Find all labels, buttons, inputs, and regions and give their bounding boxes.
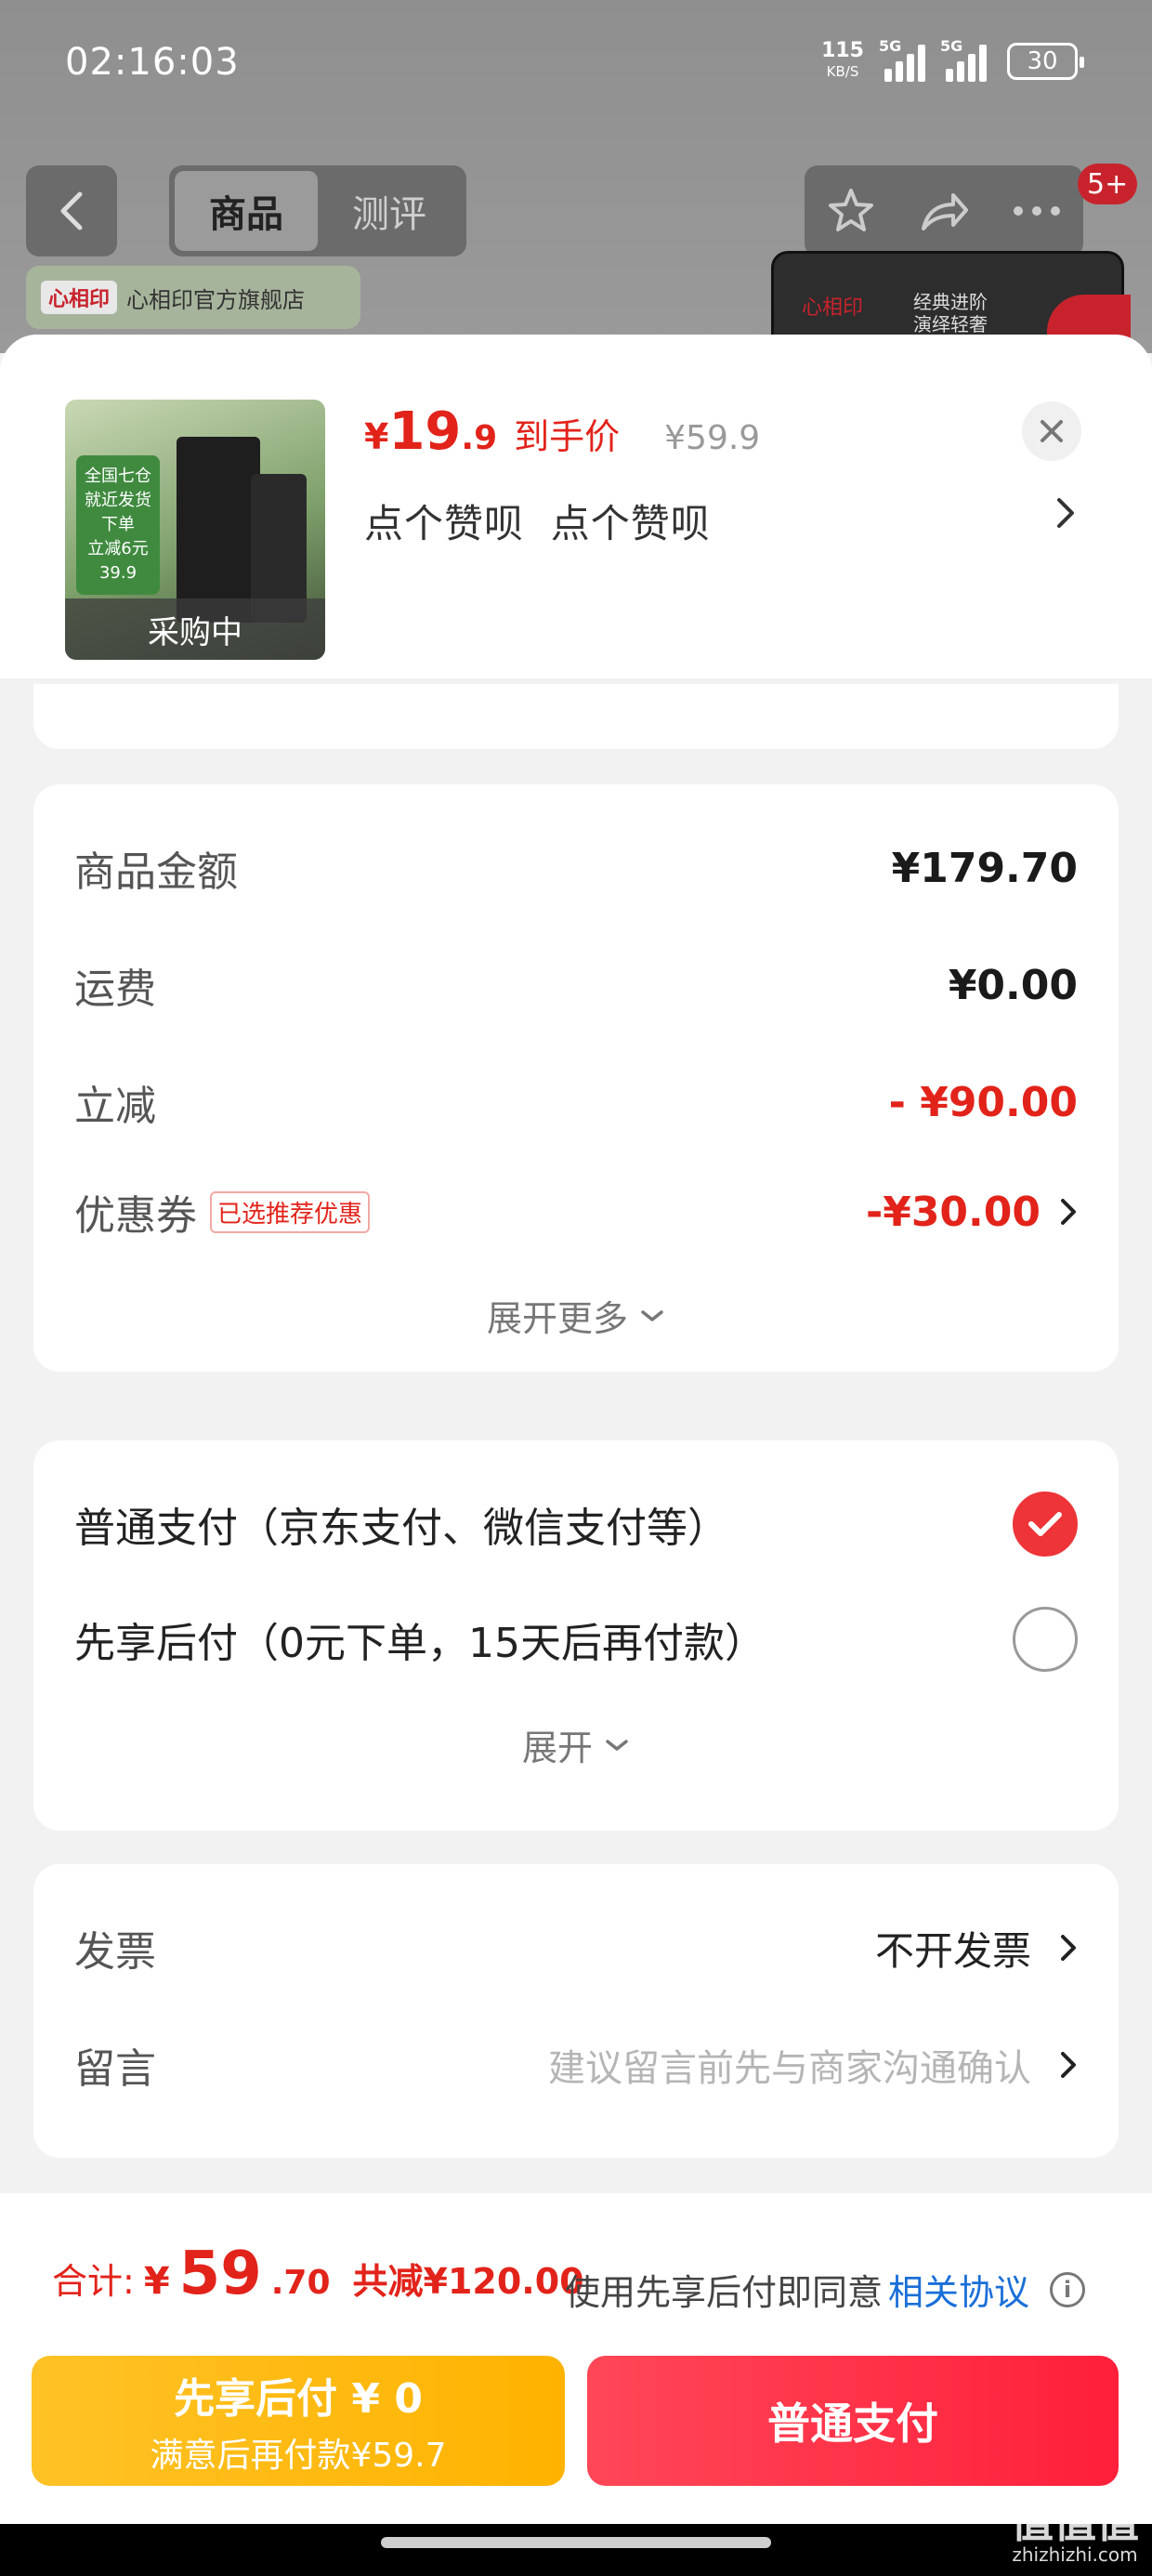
- amount-row: 立减 - ¥90.00: [74, 1078, 1078, 1131]
- payment-option-normal[interactable]: 普通支付（京东支付、微信支付等）: [74, 1487, 1078, 1561]
- notification-badge: 5+: [1078, 164, 1138, 204]
- watermark: 值值值 zhizhizhi.com: [1011, 2497, 1139, 2566]
- payment-option-bnpl[interactable]: 先享后付（0元下单，15天后再付款）: [74, 1602, 1078, 1676]
- invoice-card: 发票 不开发票 留言 建议留言前先与商家沟通确认: [33, 1864, 1119, 2158]
- radio-unchecked-icon[interactable]: [1013, 1607, 1078, 1672]
- info-icon[interactable]: i: [1050, 2271, 1085, 2307]
- note-row[interactable]: 留言 建议留言前先与商家沟通确认: [74, 2028, 1078, 2102]
- close-button[interactable]: [1022, 401, 1081, 461]
- normal-pay-button[interactable]: 普通支付: [587, 2356, 1119, 2486]
- network-speed: 115 KB/S: [821, 39, 864, 81]
- share-icon[interactable]: [918, 188, 970, 234]
- coupon-tag: 已选推荐优惠: [210, 1190, 371, 1233]
- bnpl-button[interactable]: 先享后付 ¥ 0 满意后再付款¥59.7: [32, 2356, 565, 2486]
- total-saved: 共减¥120.00: [352, 2261, 584, 2302]
- expand-payment-button[interactable]: 展开: [33, 1719, 1119, 1770]
- status-time: 02:16:03: [65, 41, 240, 84]
- chevron-down-icon: [641, 1309, 663, 1321]
- coupon-row[interactable]: 优惠券 已选推荐优惠 -¥30.00: [74, 1175, 1078, 1249]
- price-label: 到手价: [514, 416, 621, 457]
- chevron-right-icon: [1061, 1935, 1076, 1961]
- payment-card: 普通支付（京东支付、微信支付等） 先享后付（0元下单，15天后再付款） 展开: [33, 1440, 1119, 1831]
- product-thumbnail[interactable]: 全国七仓 就近发货 下单 立减6元 39.9 采购中: [65, 400, 325, 660]
- battery-icon: 30: [1007, 43, 1084, 80]
- nav-actions: [805, 165, 1083, 256]
- chevron-right-icon: [1061, 1199, 1076, 1225]
- previous-card-edge: [33, 684, 1119, 749]
- thumb-product-roll: [177, 437, 260, 623]
- price-row: ¥19.9 到手价 ¥59.9: [364, 401, 760, 462]
- more-icon[interactable]: [1012, 204, 1062, 217]
- agreement-text: 使用先享后付即同意 相关协议 i: [565, 2264, 1085, 2315]
- chevron-right-icon[interactable]: [1055, 494, 1076, 532]
- original-price: ¥59.9: [664, 419, 761, 457]
- top-nav: 商品 测评 5+: [0, 164, 1152, 258]
- spec-selector[interactable]: 点个赞呗 点个赞呗: [364, 493, 711, 549]
- agreement-link[interactable]: 相关协议: [888, 2264, 1029, 2315]
- amount-row: 运费 ¥0.00: [74, 961, 1078, 1014]
- signal-2-icon: 5G: [940, 37, 987, 82]
- tab-review[interactable]: 测评: [318, 171, 461, 251]
- promo-logo: 心相印: [802, 296, 864, 320]
- thumb-status: 采购中: [65, 598, 325, 660]
- chevron-down-icon: [606, 1739, 628, 1751]
- tab-product[interactable]: 商品: [175, 171, 318, 251]
- status-icons: 115 KB/S 5G 5G 30: [821, 37, 1084, 82]
- chevron-right-icon: [1061, 2052, 1076, 2078]
- checkout-footer: 合计: ¥59.70 共减¥120.00 使用先享后付即同意 相关协议 i 先享…: [0, 2193, 1152, 2576]
- nav-bar-area: [0, 2524, 1152, 2576]
- checkout-sheet: 全国七仓 就近发货 下单 立减6元 39.9 采购中 ¥19.9 到手价 ¥59…: [0, 335, 1152, 2576]
- close-icon: [1041, 420, 1063, 442]
- total-row: 合计: ¥59.70 共减¥120.00: [52, 2240, 584, 2308]
- home-indicator[interactable]: [381, 2537, 771, 2548]
- promo-text: 经典进阶 演绎轻奢: [913, 291, 988, 335]
- amount-row: 商品金额 ¥179.70: [74, 844, 1078, 897]
- thumb-promo-tag: 全国七仓 就近发货 下单 立减6元 39.9: [76, 455, 160, 595]
- back-button[interactable]: [26, 165, 117, 256]
- store-name: 心相印官方旗舰店: [126, 286, 306, 313]
- tab-switcher: 商品 测评: [169, 165, 466, 256]
- sheet-header: 全国七仓 就近发货 下单 立减6元 39.9 采购中 ¥19.9 到手价 ¥59…: [0, 335, 1152, 678]
- amount-card: 商品金额 ¥179.70 运费 ¥0.00 立减 - ¥90.00 优惠券 已选…: [33, 784, 1119, 1372]
- radio-checked-icon[interactable]: [1013, 1492, 1078, 1557]
- note-placeholder: 建议留言前先与商家沟通确认: [548, 2047, 1031, 2090]
- expand-more-button[interactable]: 展开更多: [33, 1290, 1119, 1341]
- status-bar: 02:16:03 115 KB/S 5G 5G 30: [0, 0, 1152, 139]
- store-logo: 心相印: [41, 281, 118, 314]
- signal-1-icon: 5G: [879, 37, 925, 82]
- store-bar[interactable]: 心相印 心相印官方旗舰店: [26, 266, 360, 329]
- final-price: ¥19.9: [364, 401, 498, 462]
- star-icon[interactable]: [826, 186, 876, 236]
- back-arrow-icon: [60, 191, 83, 230]
- invoice-row[interactable]: 发票 不开发票: [74, 1911, 1078, 1985]
